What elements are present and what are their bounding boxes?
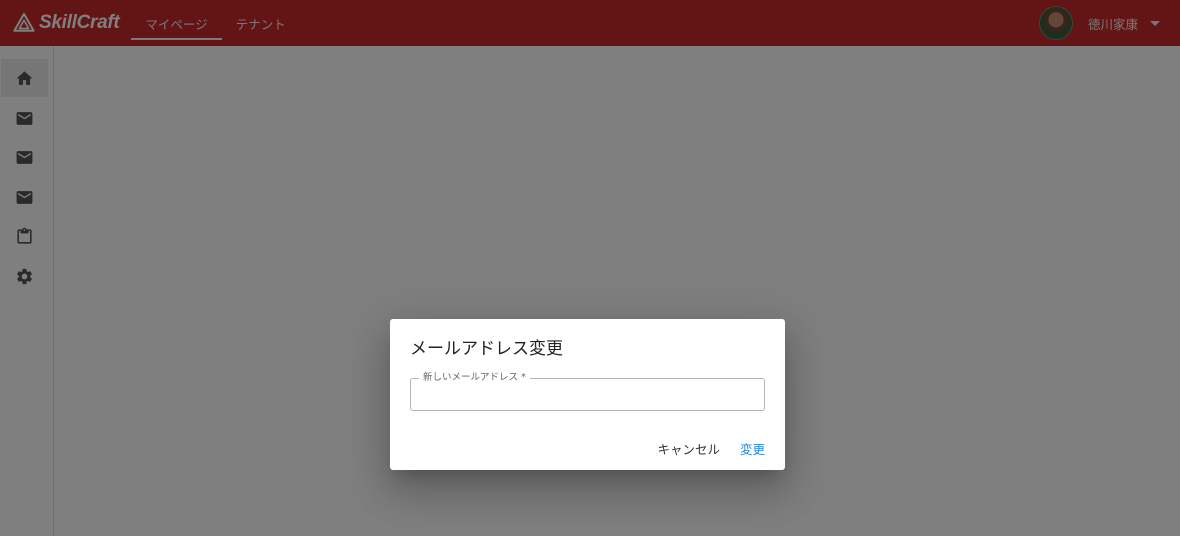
dialog-title: メールアドレス変更 [410,339,563,359]
new-email-field: 新しいメールアドレス * [410,372,765,411]
app-root: SkillCraft マイページ テナント 徳川家康 [0,0,1180,536]
confirm-change-button[interactable]: 変更 [740,439,765,458]
cancel-button[interactable]: キャンセル [657,439,720,458]
dialog-actions: キャンセル 変更 [657,439,765,458]
change-email-dialog: メールアドレス変更 新しいメールアドレス * キャンセル 変更 [390,319,785,470]
new-email-input[interactable] [411,379,764,410]
